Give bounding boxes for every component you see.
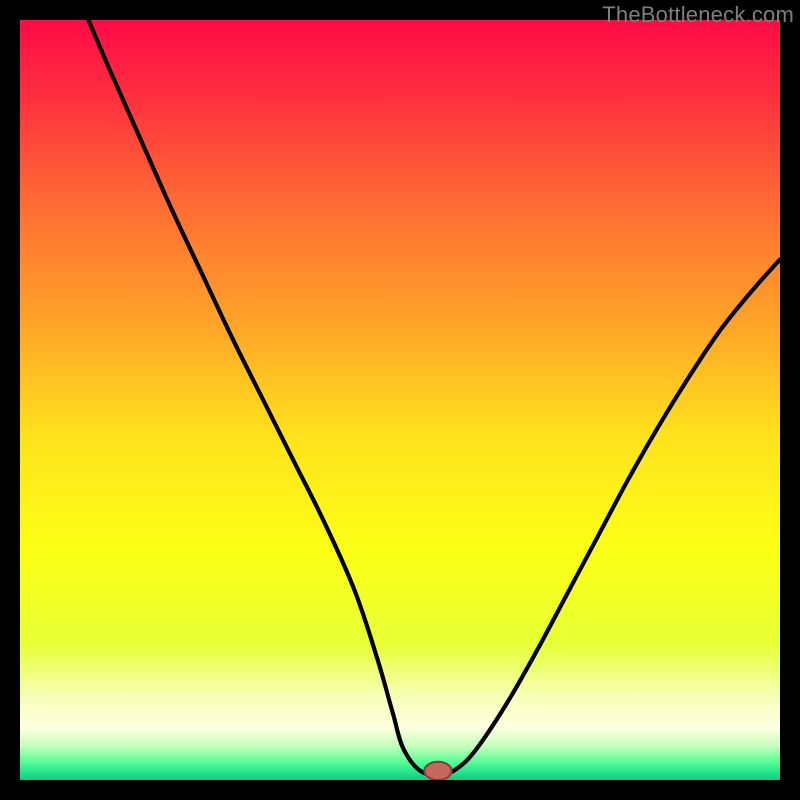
optimal-point-marker bbox=[424, 762, 451, 780]
bottleneck-chart bbox=[20, 20, 780, 780]
chart-frame: TheBottleneck.com bbox=[0, 0, 800, 800]
plot-area bbox=[20, 20, 780, 780]
gradient-background bbox=[20, 20, 780, 780]
watermark-text: TheBottleneck.com bbox=[602, 2, 794, 28]
